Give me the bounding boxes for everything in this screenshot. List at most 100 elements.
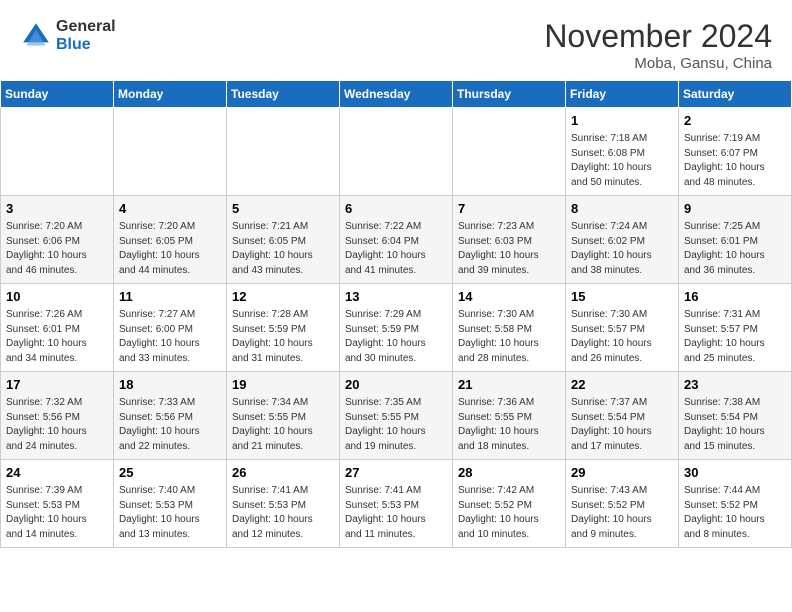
day-info: Sunrise: 7:38 AM Sunset: 5:54 PM Dayligh…	[684, 396, 786, 454]
day-number: 30	[684, 464, 786, 482]
calendar-week-row: 10Sunrise: 7:26 AM Sunset: 6:01 PM Dayli…	[1, 284, 792, 372]
calendar-day-cell: 10Sunrise: 7:26 AM Sunset: 6:01 PM Dayli…	[1, 284, 114, 372]
day-number: 18	[119, 376, 221, 394]
day-info: Sunrise: 7:30 AM Sunset: 5:58 PM Dayligh…	[458, 308, 560, 366]
day-number: 20	[345, 376, 447, 394]
calendar-day-cell: 7 Sunrise: 7:23 AM Sunset: 6:03 PM Daylig…	[453, 196, 566, 284]
calendar-day-cell: 19Sunrise: 7:34 AM Sunset: 5:55 PM Dayli…	[227, 372, 340, 460]
day-number: 13	[345, 288, 447, 306]
day-info: Sunrise: 7:42 AM Sunset: 5:52 PM Dayligh…	[458, 484, 560, 542]
calendar-week-row: 3 Sunrise: 7:20 AM Sunset: 6:06 PM Daylig…	[1, 196, 792, 284]
calendar-day-cell: 21Sunrise: 7:36 AM Sunset: 5:55 PM Dayli…	[453, 372, 566, 460]
day-info: Sunrise: 7:25 AM Sunset: 6:01 PM Dayligh…	[684, 220, 786, 278]
calendar-day-cell: 16Sunrise: 7:31 AM Sunset: 5:57 PM Dayli…	[679, 284, 792, 372]
calendar-day-cell: 24 Sunrise: 7:39 AM Sunset: 5:53 PM Dayli…	[1, 460, 114, 548]
day-number: 23	[684, 376, 786, 394]
calendar-day-cell: 29Sunrise: 7:43 AM Sunset: 5:52 PM Dayli…	[566, 460, 679, 548]
day-info: Sunrise: 7:26 AM Sunset: 6:01 PM Dayligh…	[6, 308, 108, 366]
day-number: 3	[6, 200, 108, 218]
logo-blue-text: Blue	[56, 36, 116, 54]
day-info: Sunrise: 7:24 AM Sunset: 6:02 PM Dayligh…	[571, 220, 673, 278]
calendar-day-cell: 3 Sunrise: 7:20 AM Sunset: 6:06 PM Daylig…	[1, 196, 114, 284]
day-number: 12	[232, 288, 334, 306]
calendar-day-cell: 27 Sunrise: 7:41 AM Sunset: 5:53 PM Dayli…	[340, 460, 453, 548]
calendar-day-cell: 11 Sunrise: 7:27 AM Sunset: 6:00 PM Dayli…	[114, 284, 227, 372]
calendar-day-cell	[114, 108, 227, 196]
day-info: Sunrise: 7:35 AM Sunset: 5:55 PM Dayligh…	[345, 396, 447, 454]
day-number: 5	[232, 200, 334, 218]
day-number: 7	[458, 200, 560, 218]
month-title: November 2024	[544, 18, 772, 55]
day-info: Sunrise: 7:32 AM Sunset: 5:56 PM Dayligh…	[6, 396, 108, 454]
calendar-day-cell: 5 Sunrise: 7:21 AM Sunset: 6:05 PM Daylig…	[227, 196, 340, 284]
day-info: Sunrise: 7:41 AM Sunset: 5:53 PM Dayligh…	[345, 484, 447, 542]
location-text: Moba, Gansu, China	[544, 55, 772, 72]
day-info: Sunrise: 7:19 AM Sunset: 6:07 PM Dayligh…	[684, 132, 786, 190]
day-number: 26	[232, 464, 334, 482]
day-number: 14	[458, 288, 560, 306]
calendar-table: SundayMondayTuesdayWednesdayThursdayFrid…	[0, 80, 792, 548]
weekday-header: Thursday	[453, 81, 566, 108]
day-info: Sunrise: 7:40 AM Sunset: 5:53 PM Dayligh…	[119, 484, 221, 542]
day-info: Sunrise: 7:21 AM Sunset: 6:05 PM Dayligh…	[232, 220, 334, 278]
calendar-day-cell: 28 Sunrise: 7:42 AM Sunset: 5:52 PM Dayli…	[453, 460, 566, 548]
day-number: 27	[345, 464, 447, 482]
day-info: Sunrise: 7:30 AM Sunset: 5:57 PM Dayligh…	[571, 308, 673, 366]
day-number: 28	[458, 464, 560, 482]
calendar-day-cell	[340, 108, 453, 196]
day-number: 1	[571, 112, 673, 130]
day-info: Sunrise: 7:37 AM Sunset: 5:54 PM Dayligh…	[571, 396, 673, 454]
day-number: 8	[571, 200, 673, 218]
day-info: Sunrise: 7:44 AM Sunset: 5:52 PM Dayligh…	[684, 484, 786, 542]
calendar-day-cell: 26 Sunrise: 7:41 AM Sunset: 5:53 PM Dayli…	[227, 460, 340, 548]
day-info: Sunrise: 7:39 AM Sunset: 5:53 PM Dayligh…	[6, 484, 108, 542]
calendar-day-cell: 25 Sunrise: 7:40 AM Sunset: 5:53 PM Dayli…	[114, 460, 227, 548]
calendar-day-cell: 23 Sunrise: 7:38 AM Sunset: 5:54 PM Dayli…	[679, 372, 792, 460]
day-info: Sunrise: 7:22 AM Sunset: 6:04 PM Dayligh…	[345, 220, 447, 278]
calendar-header-row: SundayMondayTuesdayWednesdayThursdayFrid…	[1, 81, 792, 108]
weekday-header: Monday	[114, 81, 227, 108]
calendar-day-cell	[227, 108, 340, 196]
weekday-header: Saturday	[679, 81, 792, 108]
day-info: Sunrise: 7:18 AM Sunset: 6:08 PM Dayligh…	[571, 132, 673, 190]
day-number: 22	[571, 376, 673, 394]
day-info: Sunrise: 7:20 AM Sunset: 6:05 PM Dayligh…	[119, 220, 221, 278]
calendar-day-cell: 2Sunrise: 7:19 AM Sunset: 6:07 PM Daylig…	[679, 108, 792, 196]
day-number: 19	[232, 376, 334, 394]
calendar-day-cell: 1 Sunrise: 7:18 AM Sunset: 6:08 PM Daylig…	[566, 108, 679, 196]
day-info: Sunrise: 7:27 AM Sunset: 6:00 PM Dayligh…	[119, 308, 221, 366]
day-info: Sunrise: 7:43 AM Sunset: 5:52 PM Dayligh…	[571, 484, 673, 542]
weekday-header: Sunday	[1, 81, 114, 108]
calendar-day-cell: 20 Sunrise: 7:35 AM Sunset: 5:55 PM Dayli…	[340, 372, 453, 460]
day-info: Sunrise: 7:23 AM Sunset: 6:03 PM Dayligh…	[458, 220, 560, 278]
day-number: 11	[119, 288, 221, 306]
day-number: 4	[119, 200, 221, 218]
calendar-week-row: 1 Sunrise: 7:18 AM Sunset: 6:08 PM Daylig…	[1, 108, 792, 196]
calendar-week-row: 24 Sunrise: 7:39 AM Sunset: 5:53 PM Dayli…	[1, 460, 792, 548]
calendar-day-cell: 6Sunrise: 7:22 AM Sunset: 6:04 PM Daylig…	[340, 196, 453, 284]
calendar-day-cell: 17Sunrise: 7:32 AM Sunset: 5:56 PM Dayli…	[1, 372, 114, 460]
day-number: 25	[119, 464, 221, 482]
calendar-day-cell: 15 Sunrise: 7:30 AM Sunset: 5:57 PM Dayli…	[566, 284, 679, 372]
calendar-day-cell: 8 Sunrise: 7:24 AM Sunset: 6:02 PM Daylig…	[566, 196, 679, 284]
day-info: Sunrise: 7:36 AM Sunset: 5:55 PM Dayligh…	[458, 396, 560, 454]
day-number: 24	[6, 464, 108, 482]
calendar-day-cell: 4 Sunrise: 7:20 AM Sunset: 6:05 PM Daylig…	[114, 196, 227, 284]
calendar-day-cell	[453, 108, 566, 196]
day-info: Sunrise: 7:41 AM Sunset: 5:53 PM Dayligh…	[232, 484, 334, 542]
logo: General Blue	[20, 18, 116, 53]
calendar-day-cell: 22 Sunrise: 7:37 AM Sunset: 5:54 PM Dayli…	[566, 372, 679, 460]
day-info: Sunrise: 7:20 AM Sunset: 6:06 PM Dayligh…	[6, 220, 108, 278]
calendar-day-cell: 30 Sunrise: 7:44 AM Sunset: 5:52 PM Dayli…	[679, 460, 792, 548]
title-block: November 2024 Moba, Gansu, China	[544, 18, 772, 72]
weekday-header: Wednesday	[340, 81, 453, 108]
weekday-header: Tuesday	[227, 81, 340, 108]
day-number: 15	[571, 288, 673, 306]
day-number: 16	[684, 288, 786, 306]
page-header: General Blue November 2024 Moba, Gansu, …	[0, 0, 792, 80]
calendar-day-cell: 12Sunrise: 7:28 AM Sunset: 5:59 PM Dayli…	[227, 284, 340, 372]
calendar-day-cell: 18Sunrise: 7:33 AM Sunset: 5:56 PM Dayli…	[114, 372, 227, 460]
day-info: Sunrise: 7:29 AM Sunset: 5:59 PM Dayligh…	[345, 308, 447, 366]
logo-general-text: General	[56, 18, 116, 36]
calendar-day-cell: 14 Sunrise: 7:30 AM Sunset: 5:58 PM Dayli…	[453, 284, 566, 372]
